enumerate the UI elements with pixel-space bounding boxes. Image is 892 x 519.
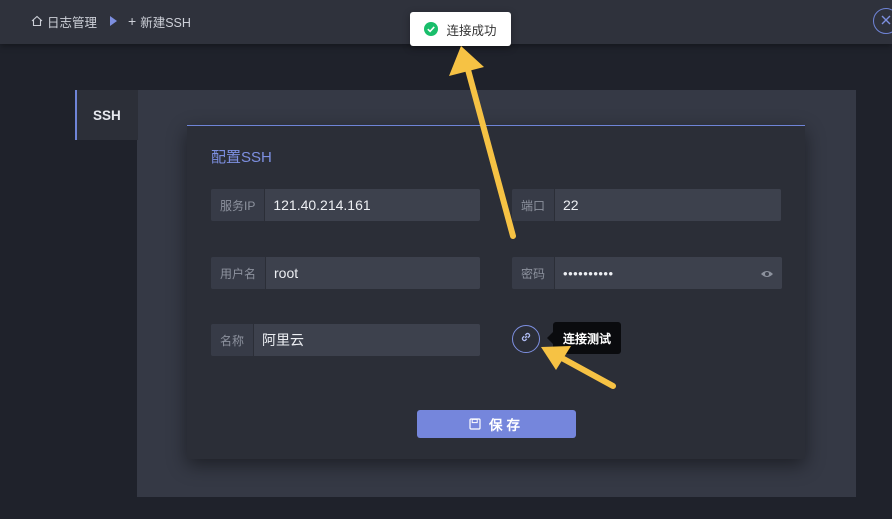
ssh-config-dialog: 配置SSH 服务IP 121.40.214.161 端口 22 用户名 root… bbox=[187, 125, 805, 459]
save-icon bbox=[469, 418, 481, 430]
breadcrumb-root[interactable]: 日志管理 bbox=[47, 12, 97, 31]
port-label: 端口 bbox=[512, 189, 556, 221]
breadcrumb: 日志管理 + 新建SSH bbox=[30, 12, 191, 30]
dialog-title: 配置SSH bbox=[211, 149, 272, 166]
triangle-right-icon bbox=[107, 14, 119, 28]
close-button[interactable] bbox=[873, 8, 892, 34]
username-label: 用户名 bbox=[211, 257, 267, 289]
password-field[interactable]: 密码 •••••••••• bbox=[512, 257, 782, 289]
success-toast: 连接成功 bbox=[410, 12, 511, 46]
tab-ssh[interactable]: SSH bbox=[75, 90, 138, 140]
ip-input[interactable]: 121.40.214.161 bbox=[265, 189, 480, 221]
close-icon bbox=[881, 12, 891, 30]
name-field[interactable]: 名称 阿里云 bbox=[211, 324, 480, 356]
link-icon bbox=[519, 330, 533, 349]
test-connection-tooltip: 连接测试 bbox=[546, 322, 622, 354]
toast-message: 连接成功 bbox=[446, 23, 497, 38]
port-field[interactable]: 端口 22 bbox=[512, 189, 781, 221]
check-circle-icon bbox=[424, 22, 439, 36]
port-input[interactable]: 22 bbox=[555, 189, 781, 221]
password-input[interactable]: •••••••••• bbox=[555, 257, 782, 289]
plus-icon: + bbox=[128, 13, 137, 29]
eye-icon[interactable] bbox=[760, 267, 774, 279]
save-button[interactable]: 保存 bbox=[417, 410, 576, 438]
name-label: 名称 bbox=[211, 324, 255, 356]
username-field[interactable]: 用户名 root bbox=[211, 257, 480, 289]
save-label: 保存 bbox=[489, 418, 524, 433]
ip-label: 服务IP bbox=[211, 189, 266, 221]
breadcrumb-current: 新建SSH bbox=[140, 15, 191, 30]
name-input[interactable]: 阿里云 bbox=[254, 324, 480, 356]
username-input[interactable]: root bbox=[266, 257, 480, 289]
ip-field[interactable]: 服务IP 121.40.214.161 bbox=[211, 189, 480, 221]
home-icon[interactable] bbox=[30, 14, 44, 28]
password-label: 密码 bbox=[512, 257, 556, 289]
test-connection-button[interactable] bbox=[512, 325, 540, 353]
tab-ssh-label: SSH bbox=[93, 107, 121, 123]
